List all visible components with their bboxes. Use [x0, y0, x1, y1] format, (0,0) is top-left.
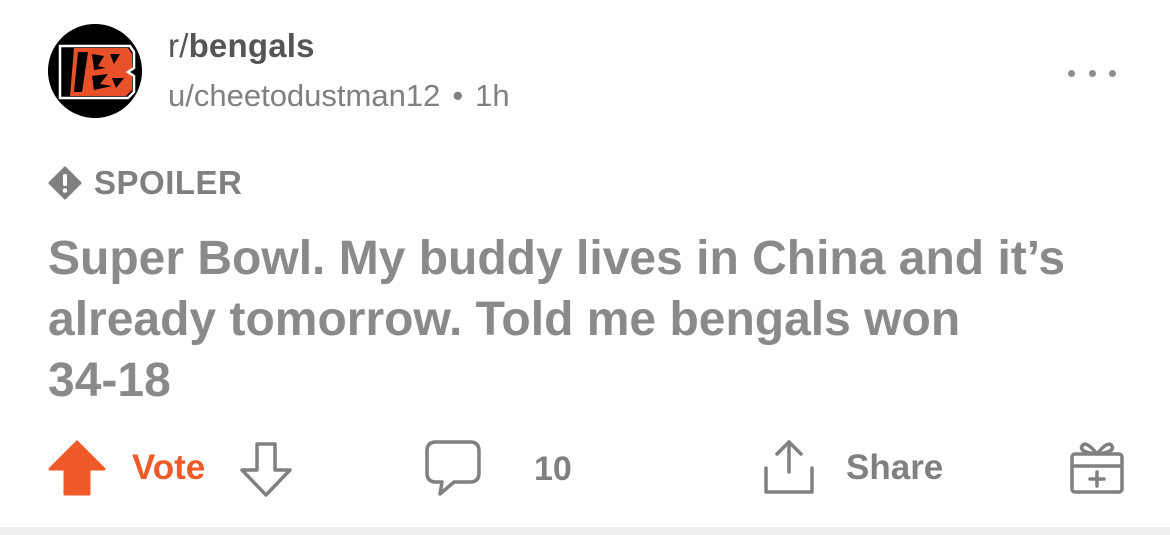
post-title-line: Super Bowl. My buddy lives in China and … [48, 232, 1066, 285]
post-age: 1h [475, 78, 510, 113]
spoiler-warning-icon [48, 166, 82, 200]
more-dot [1068, 69, 1075, 77]
share-label[interactable]: Share [846, 448, 943, 488]
bengals-logo-icon [48, 24, 142, 118]
meta-separator: • [452, 78, 464, 113]
comment-bubble-icon[interactable] [424, 438, 482, 498]
more-dot [1109, 69, 1116, 77]
post-title-line: 34-18 [48, 354, 171, 407]
spoiler-label: SPOILER [94, 164, 243, 201]
gift-award-icon[interactable] [1068, 436, 1126, 496]
more-dot [1088, 69, 1096, 77]
post-meta: u/cheetodustman12 • 1h [168, 78, 510, 114]
vote-label[interactable]: Vote [132, 448, 205, 488]
author-link[interactable]: u/cheetodustman12 [168, 78, 440, 113]
comment-count[interactable]: 10 [534, 450, 572, 489]
feed-divider [0, 527, 1170, 535]
post-card: r/bengals u/cheetodustman12 • 1h SPOILER S… [0, 0, 1170, 527]
downvote-arrow-icon[interactable] [238, 440, 294, 498]
upvote-arrow-icon[interactable] [48, 440, 106, 496]
share-icon[interactable] [760, 436, 818, 496]
post-title[interactable]: Super Bowl. My buddy lives in China and … [48, 228, 1128, 411]
post-title-line: already tomorrow. Told me bengals won [48, 293, 961, 346]
subreddit-prefix: r/ [168, 27, 189, 64]
subreddit-name[interactable]: r/bengals [168, 27, 315, 65]
subreddit-avatar[interactable] [48, 24, 142, 118]
more-options-icon[interactable] [1068, 62, 1116, 84]
spoiler-tag: SPOILER [48, 164, 242, 202]
subreddit-label: bengals [188, 27, 315, 64]
